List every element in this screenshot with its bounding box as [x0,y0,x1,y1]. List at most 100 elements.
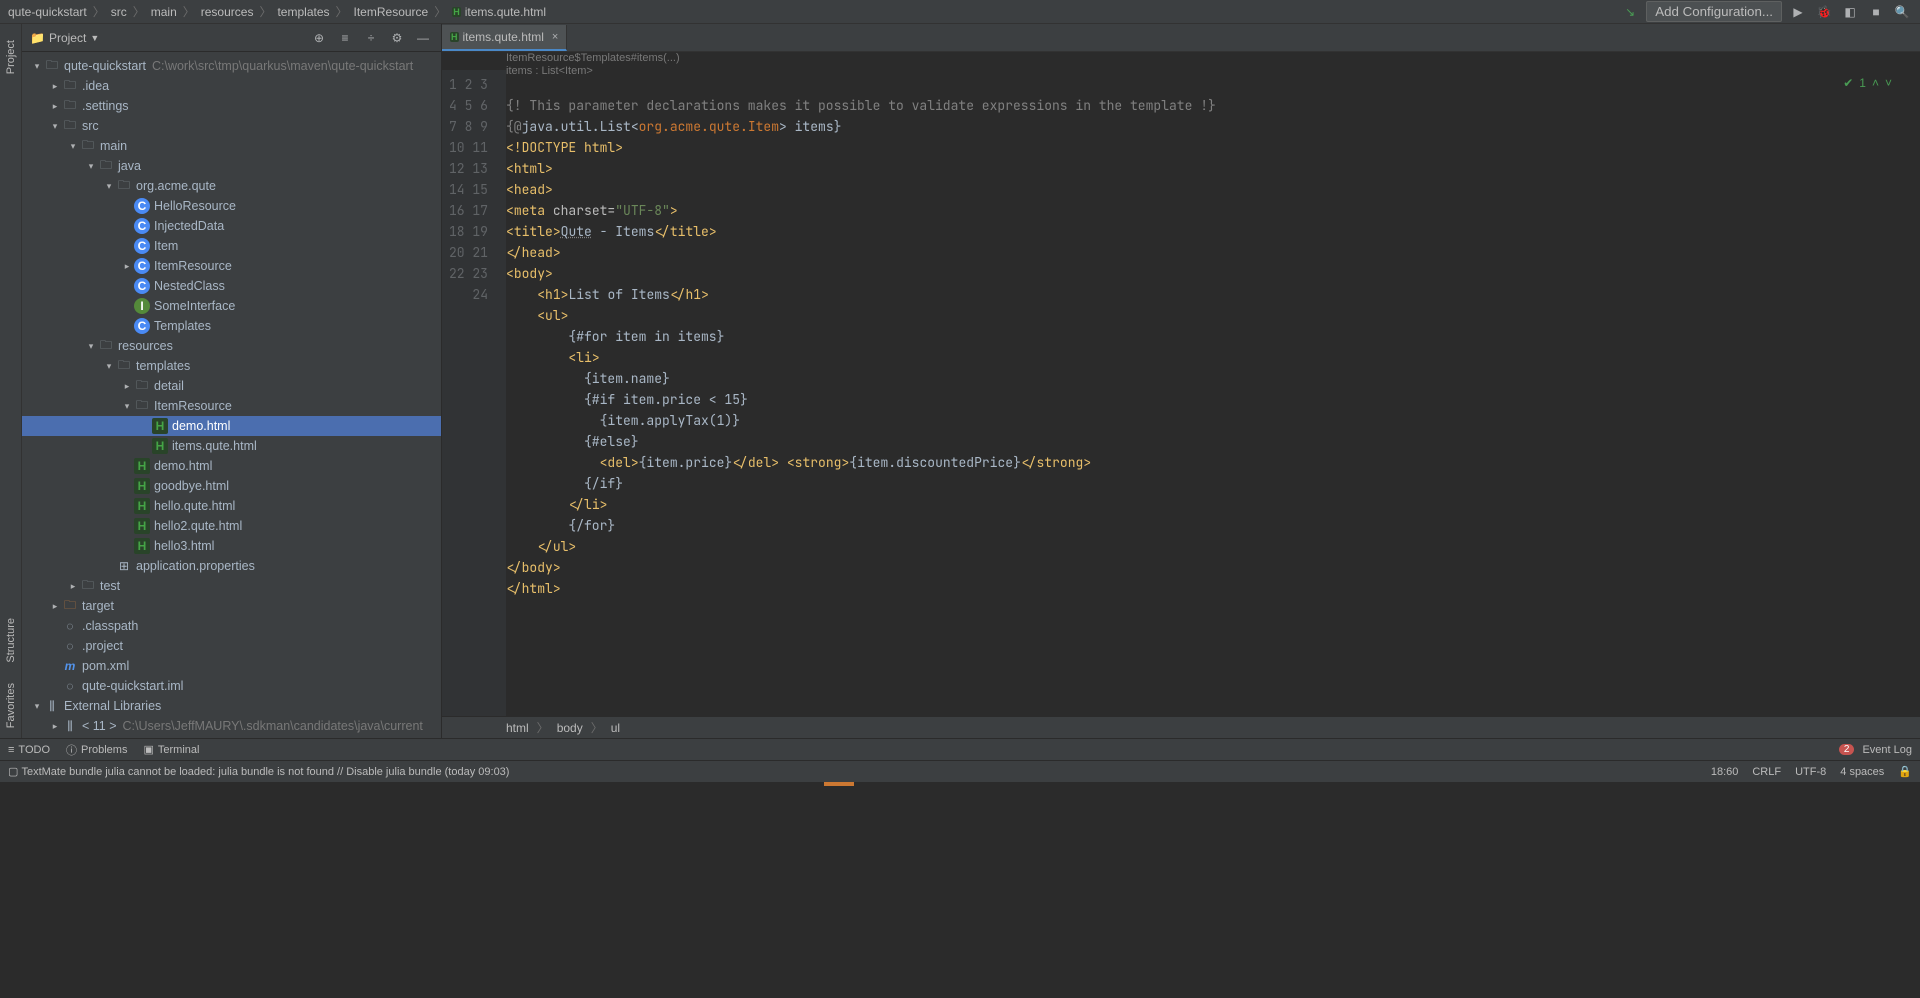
collapse-all-icon[interactable]: ÷ [361,28,381,48]
line-separator[interactable]: CRLF [1752,766,1781,778]
tree-node[interactable]: Hdemo.html [22,416,441,436]
todo-tool-button[interactable]: ≡TODO [8,744,50,756]
tree-node[interactable]: ▾🗀resources [22,336,441,356]
tree-node[interactable]: ▾⫼External Libraries [22,696,441,716]
tree-arrow-icon[interactable]: ▾ [66,141,80,152]
folder-icon: 🗀 [116,178,132,194]
class-icon: C [134,278,150,294]
project-view-selector[interactable]: 📁 Project ▼ [30,31,99,45]
project-icon: 📁 [30,31,45,45]
breadcrumb-item[interactable]: main [151,5,177,19]
problems-tool-button[interactable]: ⓘProblems [66,742,127,758]
tree-arrow-icon[interactable]: ▸ [66,581,80,592]
editor-gutter: 1 2 3 4 5 6 7 8 9 10 11 12 13 14 15 16 1… [442,70,506,716]
tree-node[interactable]: ◌.project [22,636,441,656]
tree-node[interactable]: Hhello3.html [22,536,441,556]
tree-node[interactable]: ▸🗀target [22,596,441,616]
tree-node[interactable]: ⊞application.properties [22,556,441,576]
tree-arrow-icon[interactable]: ▸ [48,81,62,92]
tree-node[interactable]: ▾🗀qute-quickstartC:\work\src\tmp\quarkus… [22,56,441,76]
file-encoding[interactable]: UTF-8 [1795,766,1826,778]
close-tab-icon[interactable]: × [552,31,558,43]
structure-tool-button[interactable]: Structure [5,618,17,663]
tree-node[interactable]: CInjectedData [22,216,441,236]
tree-node[interactable]: CNestedClass [22,276,441,296]
expand-all-icon[interactable]: ≡ [335,28,355,48]
coverage-icon[interactable]: ◧ [1840,2,1860,22]
cursor-position[interactable]: 18:60 [1711,766,1739,778]
code-editor[interactable]: 💡{! This parameter declarations makes it… [506,70,1920,716]
locate-icon[interactable]: ⊕ [309,28,329,48]
tree-arrow-icon[interactable]: ▾ [30,701,44,712]
search-everywhere-icon[interactable]: 🔍 [1892,2,1912,22]
build-icon[interactable]: ↘ [1620,2,1640,22]
tree-node[interactable]: ▾🗀ItemResource [22,396,441,416]
crumb-item[interactable]: body [557,721,583,735]
breadcrumb-item[interactable]: qute-quickstart [8,5,87,19]
tree-node[interactable]: ▾🗀src [22,116,441,136]
tree-node[interactable]: ▸⫼< 11 >C:\Users\JeffMAURY\.sdkman\candi… [22,716,441,736]
tree-node[interactable]: Hhello.qute.html [22,496,441,516]
tree-node[interactable]: ◌qute-quickstart.iml [22,676,441,696]
project-tool-button[interactable]: Project [5,40,17,74]
tree-node[interactable]: ▾🗀main [22,136,441,156]
crumb-item[interactable]: ul [611,721,620,735]
tree-label: hello2.qute.html [154,519,242,533]
breadcrumb-item[interactable]: resources [201,5,254,19]
tree-arrow-icon[interactable]: ▾ [30,61,44,72]
lock-icon[interactable]: 🔒 [1898,765,1912,778]
tree-arrow-icon[interactable]: ▾ [48,121,62,132]
debug-icon[interactable]: 🐞 [1814,2,1834,22]
tree-arrow-icon[interactable]: ▸ [48,601,62,612]
editor-tab[interactable]: H items.qute.html × [442,25,567,51]
breadcrumb-item[interactable]: ItemResource [354,5,429,19]
tree-arrow-icon[interactable]: ▾ [84,161,98,172]
tree-node[interactable]: CItem [22,236,441,256]
breadcrumb-item[interactable]: src [111,5,127,19]
terminal-tool-button[interactable]: ▣Terminal [143,743,199,756]
status-message[interactable]: TextMate bundle julia cannot be loaded: … [21,766,509,778]
breadcrumb-item[interactable]: items.qute.html [465,5,546,19]
tree-node[interactable]: ISomeInterface [22,296,441,316]
tree-arrow-icon[interactable]: ▾ [120,401,134,412]
tree-arrow-icon[interactable]: ▸ [120,261,134,272]
tree-node[interactable]: ▸🗀detail [22,376,441,396]
tree-node[interactable]: CTemplates [22,316,441,336]
hide-icon[interactable]: — [413,28,433,48]
tree-node[interactable]: CHelloResource [22,196,441,216]
project-tree[interactable]: ▾🗀qute-quickstartC:\work\src\tmp\quarkus… [22,52,441,738]
settings-icon[interactable]: ⚙ [387,28,407,48]
tree-node[interactable]: Hdemo.html [22,456,441,476]
tree-node[interactable]: ▾🗀org.acme.qute [22,176,441,196]
breadcrumb-item[interactable]: templates [277,5,329,19]
add-configuration-button[interactable]: Add Configuration... [1646,1,1782,22]
favorites-tool-button[interactable]: Favorites [5,683,17,728]
run-icon[interactable]: ▶ [1788,2,1808,22]
indent-info[interactable]: 4 spaces [1840,766,1884,778]
tree-node[interactable]: ▸⫼Maven: com.fasterxml.jackson.core:jack… [22,736,441,738]
navigation-bar: qute-quickstart〉 src〉 main〉 resources〉 t… [0,0,1920,24]
html-file-icon: H [134,518,150,534]
tree-arrow-icon[interactable]: ▸ [120,381,134,392]
tree-node[interactable]: ▸🗀.idea [22,76,441,96]
tree-arrow-icon[interactable]: ▾ [102,181,116,192]
stop-icon[interactable]: ■ [1866,2,1886,22]
tree-node[interactable]: Hgoodbye.html [22,476,441,496]
tree-node[interactable]: ◌.classpath [22,616,441,636]
todo-icon: ≡ [8,744,14,756]
event-log-button[interactable]: Event Log [1862,744,1912,756]
tree-arrow-icon[interactable]: ▾ [84,341,98,352]
tree-node[interactable]: Hitems.qute.html [22,436,441,456]
tree-label: .project [82,639,123,653]
tree-node[interactable]: ▾🗀java [22,156,441,176]
tree-arrow-icon[interactable]: ▾ [102,361,116,372]
tree-node[interactable]: ▸🗀test [22,576,441,596]
crumb-item[interactable]: html [506,721,529,735]
tree-arrow-icon[interactable]: ▸ [48,721,62,732]
tree-arrow-icon[interactable]: ▸ [48,101,62,112]
tree-node[interactable]: Hhello2.qute.html [22,516,441,536]
tree-node[interactable]: ▸CItemResource [22,256,441,276]
tree-node[interactable]: mpom.xml [22,656,441,676]
tree-node[interactable]: ▸🗀.settings [22,96,441,116]
tree-node[interactable]: ▾🗀templates [22,356,441,376]
